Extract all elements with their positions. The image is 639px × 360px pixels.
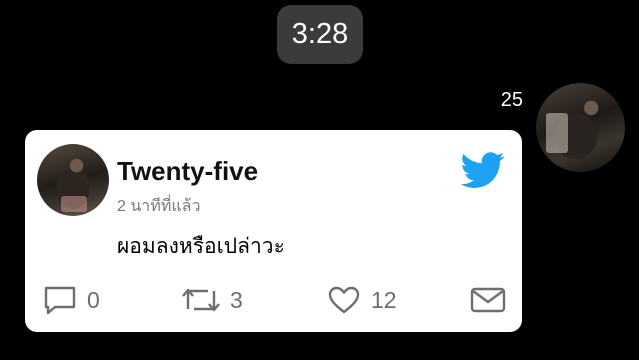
retweet-count: 3 [230, 286, 243, 313]
message-button[interactable] [470, 280, 506, 320]
tweet-text: ผอมลงหรือเปล่าวะ [117, 235, 285, 258]
heart-icon [328, 286, 360, 314]
like-count: 12 [371, 286, 397, 313]
reply-count: 0 [87, 286, 100, 313]
like-button[interactable]: 12 [327, 280, 397, 320]
tweet-timestamp: 2 นาทีที่แล้ว [117, 198, 201, 215]
tweet-avatar[interactable] [37, 144, 109, 216]
avatar[interactable] [536, 83, 625, 172]
retweet-button[interactable]: 3 [182, 280, 243, 320]
twitter-icon [460, 152, 505, 188]
tweet-card[interactable]: Twenty-five 2 นาทีที่แล้ว ผอมลงหรือเปล่า… [25, 130, 522, 332]
tweet-author-name: Twenty-five [117, 156, 259, 186]
retweet-icon [182, 288, 220, 312]
reply-button[interactable]: 0 [43, 280, 100, 320]
time-indicator: 3:28 [277, 5, 363, 64]
sender-name: 25 [500, 89, 523, 111]
time-text: 3:28 [291, 18, 349, 50]
reply-icon [44, 286, 76, 315]
tweet-actions: 0 3 12 [25, 280, 522, 320]
mail-icon [470, 287, 506, 313]
